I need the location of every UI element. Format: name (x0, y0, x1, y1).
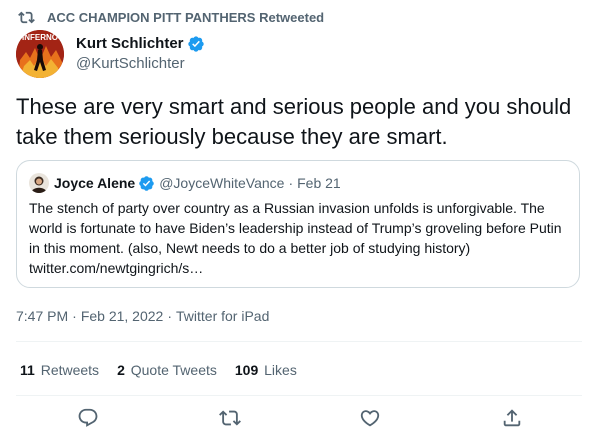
retweet-button[interactable] (218, 406, 242, 430)
meta-separator: · (167, 308, 172, 324)
quoted-avatar (29, 173, 49, 193)
share-button[interactable] (500, 406, 524, 430)
like-button[interactable] (358, 406, 382, 430)
avatar-logo-text: INFERNO (22, 33, 58, 42)
retweet-banner-text: ACC CHAMPION PITT PANTHERS Retweeted (47, 9, 325, 25)
quote-tweets-label: Quote Tweets (130, 362, 217, 378)
quote-tweets-stat[interactable]: 2 Quote Tweets (117, 360, 217, 380)
tweet-text: These are very smart and serious people … (16, 94, 572, 149)
quoted-date[interactable]: Feb 21 (297, 174, 341, 192)
tweet-source[interactable]: Twitter for iPad (176, 308, 269, 324)
quoted-tweet-text: The stench of party over country as a Ru… (29, 200, 562, 276)
retweets-label: Retweets (40, 362, 100, 378)
author-display-name[interactable]: Kurt Schlichter (76, 34, 184, 54)
author-handle[interactable]: @KurtSchlichter (76, 54, 205, 74)
tweet-time[interactable]: 7:47 PM (16, 308, 68, 324)
quoted-separator: · (288, 175, 294, 191)
quoted-display-name: Joyce Alene (54, 175, 136, 191)
retweet-icon (18, 11, 35, 23)
tweet-stats: 11 Retweets 2 Quote Tweets 109 Likes (20, 360, 315, 380)
likes-stat[interactable]: 109 Likes (235, 360, 297, 380)
retweet-icon (219, 410, 241, 426)
reply-icon (78, 408, 98, 427)
avatar[interactable]: INFERNO (16, 30, 64, 78)
retweet-banner[interactable]: ACC CHAMPION PITT PANTHERS Retweeted (18, 8, 324, 26)
likes-label: Likes (264, 362, 297, 378)
reply-button[interactable] (76, 406, 100, 430)
divider (16, 395, 582, 396)
quoted-tweet-card[interactable]: Joyce Alene @JoyceWhiteVance · Feb 21 Th… (16, 160, 580, 288)
likes-count: 109 (234, 362, 259, 378)
tweet-meta: 7:47 PM · Feb 21, 2022 · Twitter for iPad (16, 306, 269, 326)
quoted-tweet-header: Joyce Alene @JoyceWhiteVance · Feb 21 (29, 173, 567, 193)
like-icon (360, 410, 380, 427)
tweet-actions (0, 404, 598, 434)
divider (16, 341, 582, 342)
tweet-date[interactable]: Feb 21, 2022 (81, 308, 164, 324)
meta-separator: · (72, 308, 77, 324)
verified-badge-icon (187, 36, 204, 52)
tweet-author: INFERNO Kurt Schlichter @KurtSchlichter (16, 30, 205, 78)
quoted-handle: @JoyceWhiteVance (159, 175, 285, 191)
retweets-count: 11 (20, 362, 35, 378)
verified-badge-icon (139, 175, 154, 191)
share-icon (503, 409, 521, 427)
quote-tweets-count: 2 (117, 362, 125, 378)
retweets-stat[interactable]: 11 Retweets (20, 360, 99, 380)
